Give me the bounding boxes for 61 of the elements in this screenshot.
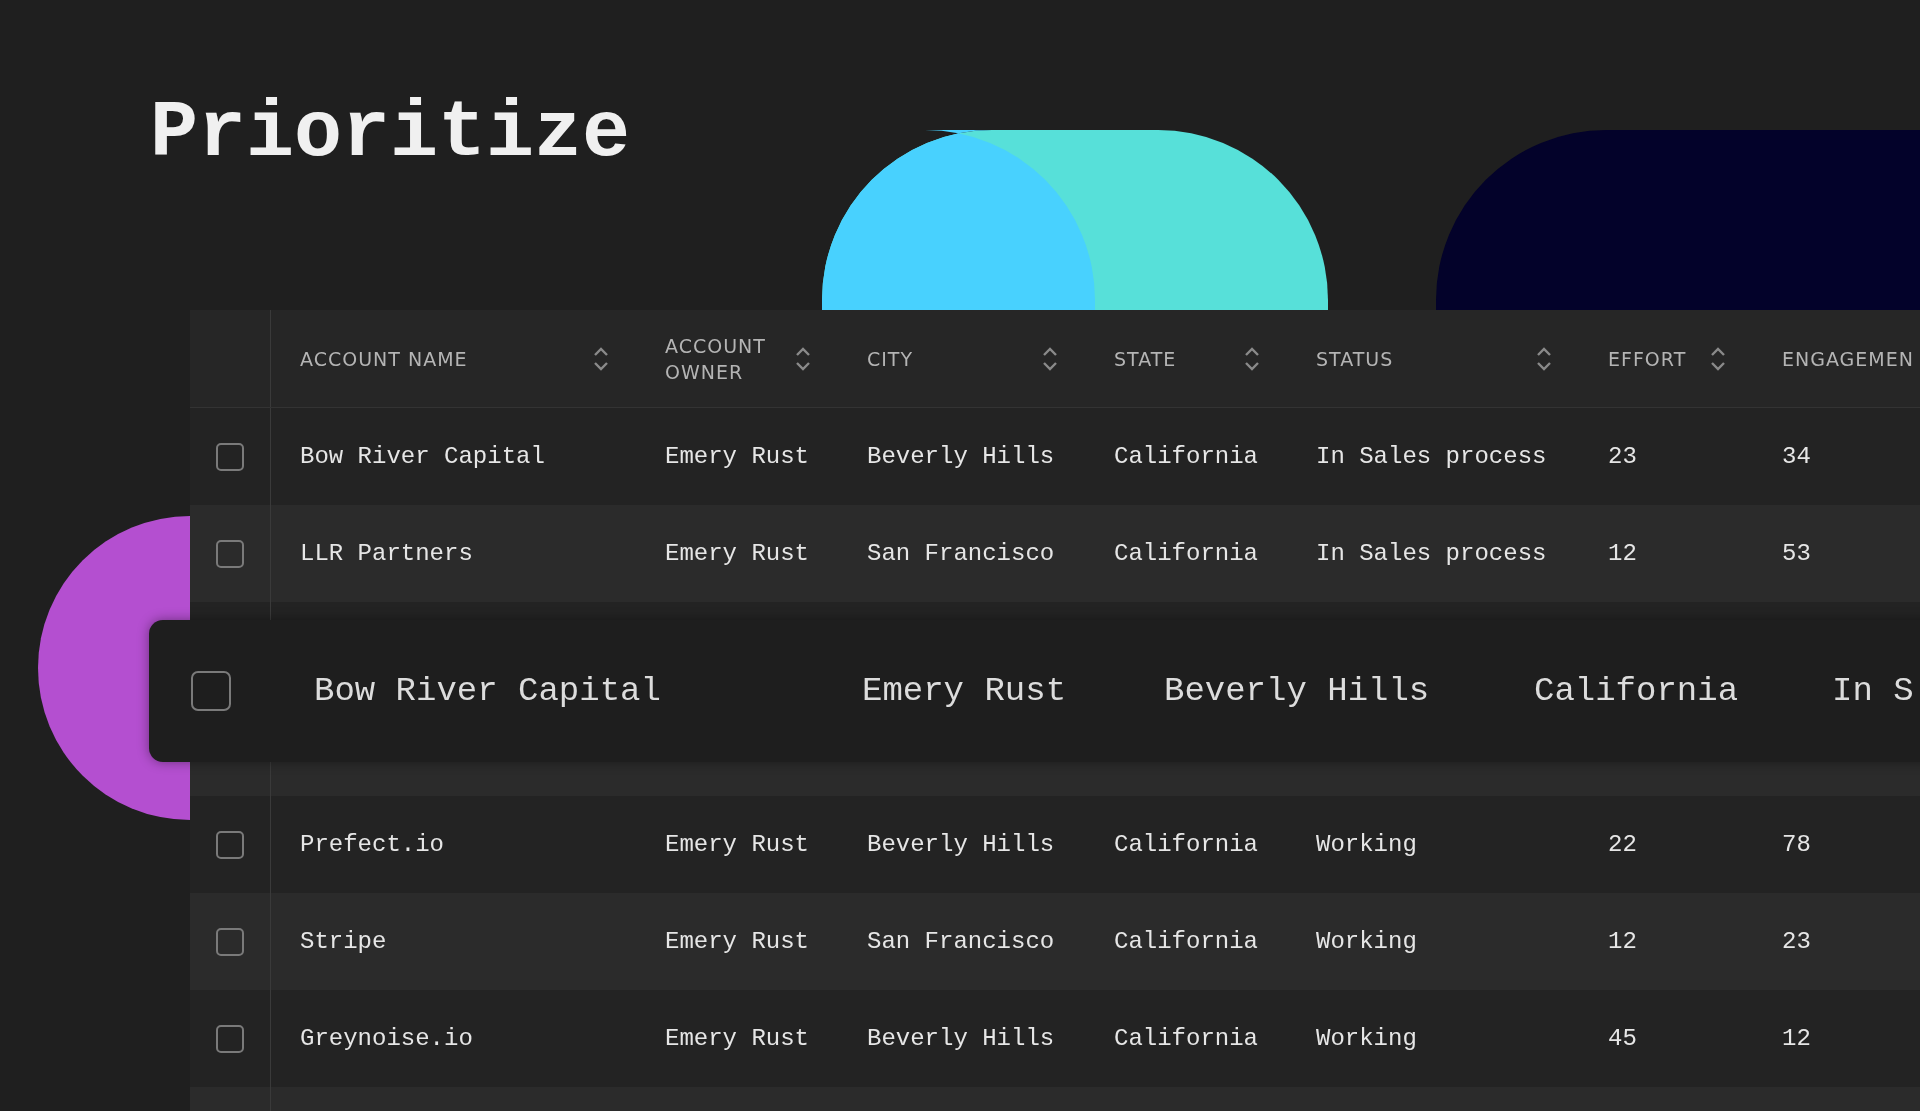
sort-icon[interactable] — [1042, 345, 1058, 372]
table-cell: Bow River Capital — [300, 443, 545, 470]
table-cell: Greynoise.io — [300, 1025, 473, 1052]
table-cell: LLR Partners — [300, 540, 473, 567]
table-cell: Beverly Hills — [867, 831, 1055, 858]
table-cell: Emery Rust — [665, 928, 810, 955]
table-cell: In Sales process — [1316, 540, 1547, 567]
table-cell: Stripe — [300, 928, 387, 955]
table-cell: 22 — [1608, 831, 1637, 858]
column-header: ACCOUNT OWNER — [665, 333, 767, 385]
sort-icon[interactable] — [1536, 345, 1552, 372]
table-cell: 12 — [1782, 1025, 1811, 1052]
table-cell: 45 — [1608, 1025, 1637, 1052]
table-cell: Emery Rust — [862, 672, 1067, 710]
table-cell: In S — [1832, 672, 1914, 710]
table-cell: Beverly Hills — [867, 443, 1055, 470]
row-checkbox[interactable] — [216, 442, 244, 471]
table-cell: California — [1114, 831, 1259, 858]
sort-icon[interactable] — [795, 345, 811, 372]
table-cell: Emery Rust — [665, 540, 810, 567]
row-checkbox[interactable] — [191, 671, 231, 711]
table-cell: Beverly Hills — [1164, 672, 1430, 710]
column-header: EFFORT — [1608, 346, 1687, 372]
table-cell: Emery Rust — [665, 831, 810, 858]
row-checkbox[interactable] — [216, 539, 244, 568]
table-cell: 78 — [1782, 831, 1811, 858]
table-cell: 12 — [1608, 540, 1637, 567]
table-cell: San Francisco — [867, 540, 1055, 567]
page-title: Prioritize — [150, 88, 631, 179]
table-cell: Working — [1316, 928, 1417, 955]
table-cell: California — [1534, 672, 1739, 710]
column-header: ENGAGEMEN — [1782, 346, 1914, 372]
table-cell: Bow River Capital — [314, 672, 661, 710]
table-cell: 53 — [1782, 540, 1811, 567]
dragged-row[interactable]: Bow River Capital Emery Rust Beverly Hills California In S — [149, 620, 1920, 762]
table-cell: San Francisco — [867, 928, 1055, 955]
table-cell: Emery Rust — [665, 443, 810, 470]
table-cell: California — [1114, 540, 1259, 567]
table-cell: 23 — [1782, 928, 1811, 955]
table-cell: 12 — [1608, 928, 1637, 955]
sort-icon[interactable] — [1244, 345, 1260, 372]
column-header: ACCOUNT NAME — [300, 346, 468, 372]
table-cell: Emery Rust — [665, 1025, 810, 1052]
table-cell: Prefect.io — [300, 831, 445, 858]
sort-icon[interactable] — [1710, 345, 1726, 372]
table-cell: In Sales process — [1316, 443, 1547, 470]
table-cell: Working — [1316, 1025, 1417, 1052]
column-header: CITY — [867, 346, 914, 372]
table-cell: California — [1114, 1025, 1259, 1052]
sort-icon[interactable] — [593, 345, 609, 372]
column-header: STATUS — [1316, 346, 1394, 372]
table-cell: 34 — [1782, 443, 1811, 470]
row-checkbox[interactable] — [216, 830, 244, 859]
table-cell: Beverly Hills — [867, 1025, 1055, 1052]
table-cell: Working — [1316, 831, 1417, 858]
table-cell: California — [1114, 928, 1259, 955]
column-header: STATE — [1114, 346, 1177, 372]
table-cell: California — [1114, 443, 1259, 470]
row-checkbox[interactable] — [216, 1024, 244, 1053]
table-cell: 23 — [1608, 443, 1637, 470]
row-checkbox[interactable] — [216, 927, 244, 956]
